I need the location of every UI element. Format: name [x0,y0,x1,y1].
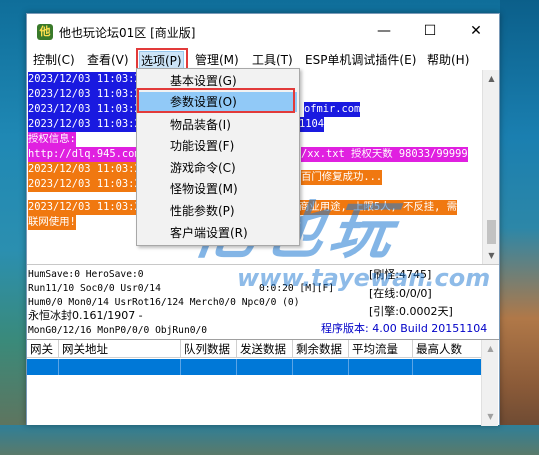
app-icon: 他 [37,24,53,40]
dropdown-item-monster-settings[interactable]: 怪物设置(M) [139,179,297,199]
log-line: 2023/12/03 11:03:2 [28,102,141,117]
log-line: 2023/12/03 11:03:2 [28,162,141,177]
col-gateway-address[interactable]: 网关地址 [59,340,181,358]
dropdown-item-performance-params[interactable]: 性能参数(P) [139,201,297,221]
scroll-thumb[interactable] [487,220,496,244]
table-cell [181,359,237,375]
log-line: 2023/12/03 11:03:2 [28,72,141,87]
dropdown-item-items-equipment[interactable]: 物品装备(I) [139,115,297,135]
menu-manage[interactable]: 管理(M) [194,51,240,69]
menu-bar: 控制(C) 查看(V) 选项(P) 管理(M) 工具(T) ESP单机调试插件(… [27,48,499,70]
col-remaining-data[interactable]: 剩余数据 [293,340,349,358]
table-cell [27,359,59,375]
desktop-background-right [500,0,539,455]
table-header: 网关 网关地址 队列数据 发送数据 剩余数据 平均流量 最高人数 [27,340,481,358]
log-fragment: /xx.txt 授权天数 98033/99999 [301,147,468,162]
status-save: HumSave:0 HeroSave:0 [28,269,144,280]
status-mon: MonG0/12/16 MonP0/0/0 ObjRun0/0 [28,325,208,336]
table-scrollbar[interactable]: ▲ ▼ [481,340,498,426]
status-map: 永恒冰封0.161/1907 - [28,309,143,322]
log-fragment: ofmir.com [304,102,361,117]
table-cell [237,359,293,375]
table-cell [59,359,181,375]
log-line: 2023/12/03 11:03:2 [28,200,141,215]
scroll-down-icon[interactable]: ▼ [483,247,500,264]
menu-tools[interactable]: 工具(T) [251,51,294,69]
maximize-button[interactable]: ☐ [407,14,453,48]
scroll-up-icon[interactable]: ▲ [483,70,500,87]
col-send-data[interactable]: 发送数据 [237,340,293,358]
gateway-table[interactable]: 网关 网关地址 队列数据 发送数据 剩余数据 平均流量 最高人数 ▲ ▼ [27,339,499,426]
scroll-up-icon[interactable]: ▲ [482,340,499,357]
dropdown-item-function-settings[interactable]: 功能设置(F) [139,136,297,156]
log-line: 2023/12/03 11:03:2 [28,177,141,192]
menu-view[interactable]: 查看(V) [86,51,130,69]
table-cell [349,359,413,375]
close-button[interactable]: ✕ [453,14,499,48]
status-engine: [引擎:0.0002天] [369,305,453,318]
log-line: 授权信息: [28,132,76,147]
watermark-url: www.tayewan.com [237,264,491,292]
minimize-button[interactable]: — [361,14,407,48]
menu-control[interactable]: 控制(C) [32,51,76,69]
desktop-background-bottom [0,425,539,455]
status-counts: Hum0/0 Mon0/14 UsrRot16/124 Merch0/0 Npc… [28,297,300,308]
col-max-players[interactable]: 最高人数 [413,340,481,358]
title-bar[interactable]: 他 他也玩论坛01区 [商业版] — ☐ ✕ [27,14,499,48]
dropdown-item-client-settings[interactable]: 客户端设置(R) [139,223,297,243]
window-title: 他也玩论坛01区 [商业版] [59,26,196,40]
dropdown-highlight-box [137,88,295,113]
col-gateway[interactable]: 网关 [27,340,59,358]
program-version: 程序版本: 4.00 Build 20151104 [321,322,488,335]
log-fragment: 1104 [299,117,325,132]
table-row[interactable] [27,359,481,375]
table-cell [293,359,349,375]
log-scrollbar[interactable]: ▲ ▼ [482,70,499,264]
menu-help[interactable]: 帮助(H) [426,51,470,69]
log-line: 2023/12/03 11:03:2 [28,117,141,132]
scroll-down-icon[interactable]: ▼ [482,408,499,425]
col-average-traffic[interactable]: 平均流量 [349,340,413,358]
menu-highlight-box [136,48,188,70]
col-queue-data[interactable]: 队列数据 [181,340,237,358]
status-run: Run11/10 Soc0/0 Usr0/14 [28,283,161,294]
log-line: 联网使用! [28,215,76,230]
log-line: 2023/12/03 11:03:2 [28,87,141,102]
dropdown-item-game-commands[interactable]: 游戏命令(C) [139,158,297,178]
menu-esp-plugin[interactable]: ESP单机调试插件(E) [304,51,417,69]
log-line: http://dlq.945.com [28,147,141,162]
